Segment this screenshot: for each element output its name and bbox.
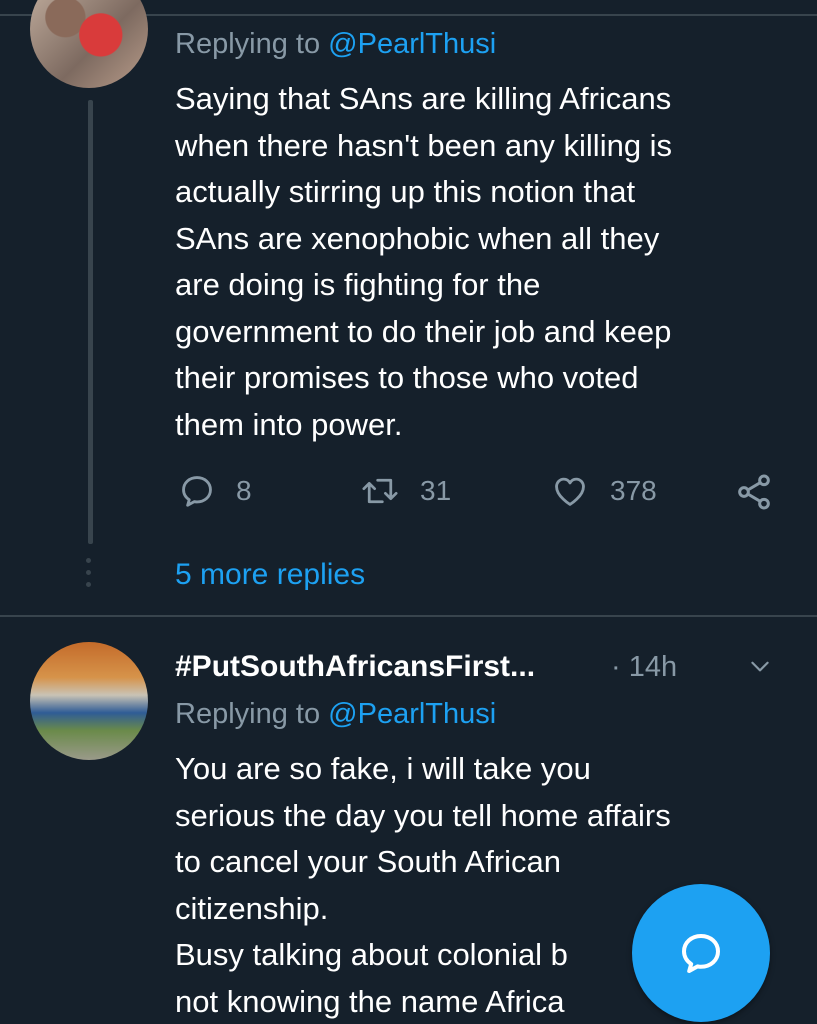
more-replies-link[interactable]: 5 more replies [175,558,365,592]
replying-to-line: Replying to @PearlThusi [175,698,496,731]
like-count: 378 [610,475,657,506]
replying-to-label: Replying to [175,698,329,730]
tweet-timestamp: · 14h [611,650,678,683]
thread-connector-line [88,100,93,544]
tweet-text: You are so fake, i will take you serious… [175,751,671,1019]
like-button[interactable]: 378 [550,472,657,510]
share-icon [738,474,770,510]
timeline: Replying to @PearlThusi Saying that SAns… [0,0,817,1024]
compose-reply-button[interactable] [632,884,770,1022]
replying-to-label: Replying to [175,28,329,60]
avatar[interactable] [30,0,148,88]
thread-collapsed-dots [86,558,94,587]
reply-button[interactable]: 8 [178,472,252,510]
avatar[interactable] [30,642,148,760]
divider [0,615,817,617]
replying-to-handle-link[interactable]: @PearlThusi [328,28,496,60]
tweet-actions-bar: 8 31 378 [178,472,788,522]
retweet-icon [362,478,398,504]
reply-count: 8 [236,475,252,506]
reply-icon [182,476,212,507]
tweet-header: #PutSouthAfricansFirst... · 14h [175,645,785,689]
retweet-count: 31 [420,475,452,506]
heart-icon [555,477,585,506]
retweet-button[interactable]: 31 [360,472,451,510]
tweet-text: Saying that SAns are killing Africans wh… [175,81,673,442]
replying-to-line: Replying to @PearlThusi [175,28,496,61]
author-name[interactable]: #PutSouthAfricansFirst... [175,650,535,684]
compose-reply-icon [682,934,720,973]
replying-to-handle-link[interactable]: @PearlThusi [328,698,496,730]
share-button[interactable] [734,472,774,512]
chevron-down-icon[interactable] [745,653,775,679]
